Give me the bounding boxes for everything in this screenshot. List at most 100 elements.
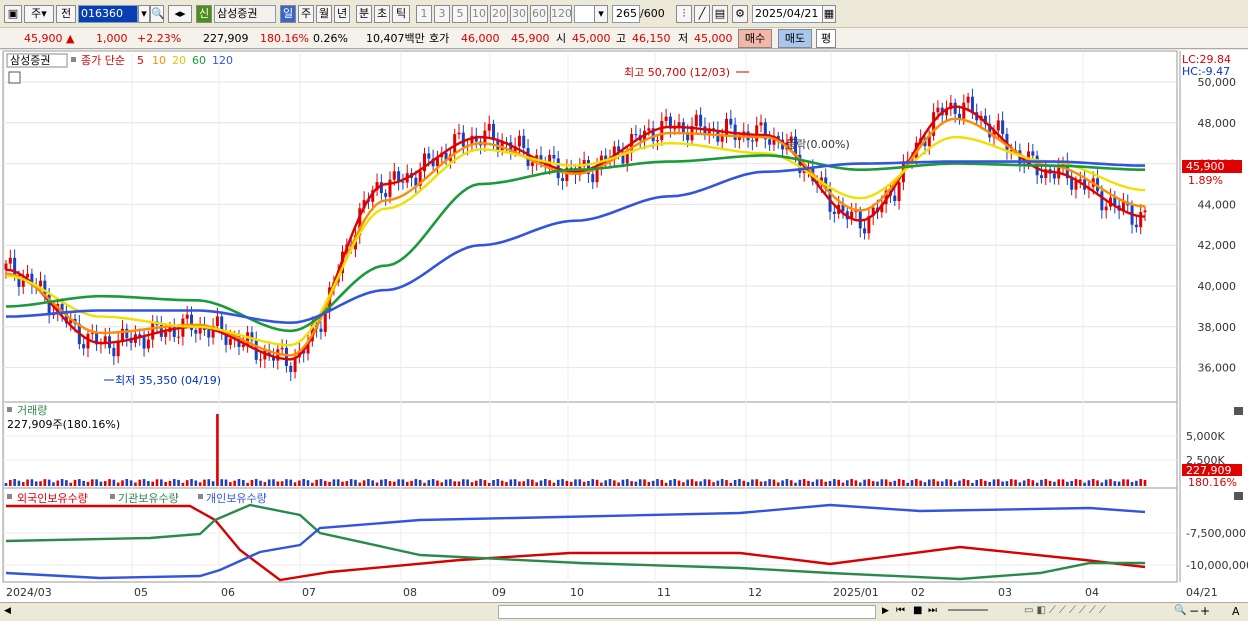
volume-bar (1061, 479, 1065, 486)
date-input[interactable]: 2025/04/21 (752, 5, 824, 23)
interval-30[interactable]: 30 (510, 5, 528, 23)
volume-bar (138, 479, 142, 486)
type-button[interactable]: 전 (56, 5, 76, 23)
sell-button[interactable]: 매도 (778, 29, 812, 48)
candle-type-icon[interactable]: ⫶ (676, 5, 692, 23)
magnifier-icon[interactable]: 🔍 (1174, 605, 1186, 616)
eval-button[interactable]: 평 (816, 29, 836, 48)
volume-bar (725, 480, 728, 486)
interval-20[interactable]: 20 (490, 5, 508, 23)
draw-tools-icons[interactable]: ▭◧⟋⟋⟋⟋⟋⟋ (1024, 605, 1109, 616)
table-icon[interactable] (8, 71, 21, 84)
period-year[interactable]: 년 (334, 5, 350, 23)
volume-bar (250, 480, 254, 486)
calendar-icon[interactable]: ▦ (822, 5, 836, 23)
volume-bar (522, 481, 526, 486)
last-page-icon[interactable]: ⏭ (928, 605, 937, 616)
volume-bar (686, 479, 689, 486)
legend-ma60[interactable]: 60 (192, 54, 206, 67)
zoom-slider[interactable] (948, 609, 988, 612)
period-tick[interactable]: 틱 (392, 5, 410, 23)
legend-ma20[interactable]: 20 (172, 54, 186, 67)
volume-bar (168, 480, 172, 486)
volume-bar (695, 481, 698, 486)
speaker-icon[interactable]: ◂▸ (168, 5, 192, 23)
search-icon[interactable]: 🔍 (150, 5, 165, 23)
save-icon[interactable]: ▤ (712, 5, 728, 23)
period-day[interactable]: 일 (280, 5, 296, 23)
x-tick-label: 04/21 (1186, 586, 1218, 599)
window-menu-icon[interactable]: ▣ (4, 5, 22, 23)
volume-panel[interactable] (2, 401, 1178, 489)
chart-area[interactable]: 50,00048,00046,00044,00042,00040,00038,0… (0, 50, 1248, 602)
legend-ma10[interactable]: 10 (152, 54, 166, 67)
scroll-thumb[interactable] (498, 605, 876, 619)
volume-bar (280, 481, 284, 486)
legend-stock-name: 삼성증권 (10, 54, 50, 67)
scroll-left-icon[interactable]: ◀ (4, 606, 11, 616)
zoom-out-icon[interactable]: − (1189, 604, 1199, 618)
candle-body (194, 329, 198, 334)
interval-3[interactable]: 3 (434, 5, 450, 23)
code-dropdown-icon[interactable]: ▾ (138, 5, 150, 23)
low-label: 저 (678, 32, 689, 45)
x-tick-label: 10 (570, 586, 584, 599)
volume-bar (198, 482, 202, 486)
price-panel[interactable] (2, 50, 1178, 403)
volume-bar (1014, 479, 1017, 486)
font-size-icon[interactable]: A (1232, 605, 1240, 618)
volume-bar (850, 479, 853, 486)
volume-bar (121, 480, 124, 486)
volume-bar (824, 481, 828, 486)
volume-bar (526, 479, 530, 486)
interval-120[interactable]: 120 (550, 5, 572, 23)
scroll-right-icon[interactable]: ▶ (882, 606, 889, 616)
volume-bar (1057, 479, 1061, 486)
first-page-icon[interactable]: ⏮ (896, 605, 905, 616)
interval-dropdown-icon[interactable]: ▾ (594, 5, 608, 23)
holding-close-icon[interactable] (1234, 492, 1243, 500)
legend-title[interactable]: 종가 단순 (81, 54, 125, 67)
volume-bar (634, 481, 638, 486)
period-week[interactable]: 주 (298, 5, 314, 23)
legend-ma120[interactable]: 120 (212, 54, 233, 67)
chart-svg[interactable]: 50,00048,00046,00044,00042,00040,00038,0… (0, 50, 1248, 602)
period-minute[interactable]: 분 (356, 5, 372, 23)
legend-individual[interactable]: 개인보유수량 (206, 492, 267, 505)
volume-title[interactable]: 거래량 (17, 404, 47, 417)
volume-bar (1130, 481, 1134, 486)
volume-bar (1091, 479, 1095, 486)
volume-bar (992, 479, 996, 486)
interval-5[interactable]: 5 (452, 5, 468, 23)
draw-tool-icon[interactable]: ╱ (694, 5, 710, 23)
code-input[interactable]: 016360 (78, 5, 138, 23)
volume-bar (52, 482, 55, 486)
volume-bar (984, 480, 987, 486)
legend-foreign[interactable]: 외국인보유수량 (17, 492, 88, 505)
volume-close-icon[interactable] (1234, 407, 1243, 415)
volume-bar (108, 479, 111, 486)
candle-body (673, 128, 677, 130)
legend-institution[interactable]: 기관보유수량 (118, 492, 179, 505)
y-tick-label: 38,000 (1198, 321, 1237, 334)
market-select[interactable]: 주▾ (24, 5, 54, 23)
buy-button[interactable]: 매수 (738, 29, 772, 48)
period-second[interactable]: 초 (374, 5, 390, 23)
count-input[interactable]: 265 (612, 5, 640, 23)
interval-10[interactable]: 10 (470, 5, 488, 23)
period-month[interactable]: 월 (316, 5, 332, 23)
candle-body (103, 336, 107, 343)
interval-1[interactable]: 1 (416, 5, 432, 23)
volume-bar (466, 479, 469, 486)
stop-icon[interactable]: ■ (913, 605, 922, 616)
volume-bar (500, 480, 504, 486)
settings-icon[interactable]: ⚙ (732, 5, 748, 23)
scroll-bar[interactable]: ◀ ▶ ⏮ ■ ⏭ ▭◧⟋⟋⟋⟋⟋⟋ + − 🔍 A (0, 602, 1248, 621)
legend-ma5[interactable]: 5 (137, 54, 144, 67)
interval-60[interactable]: 60 (530, 5, 548, 23)
volume-bar (927, 479, 931, 486)
bid-price: 45,900 (511, 32, 550, 45)
volume-bar (880, 479, 884, 486)
candle-body (289, 365, 293, 373)
zoom-in-icon[interactable]: + (1200, 604, 1210, 618)
